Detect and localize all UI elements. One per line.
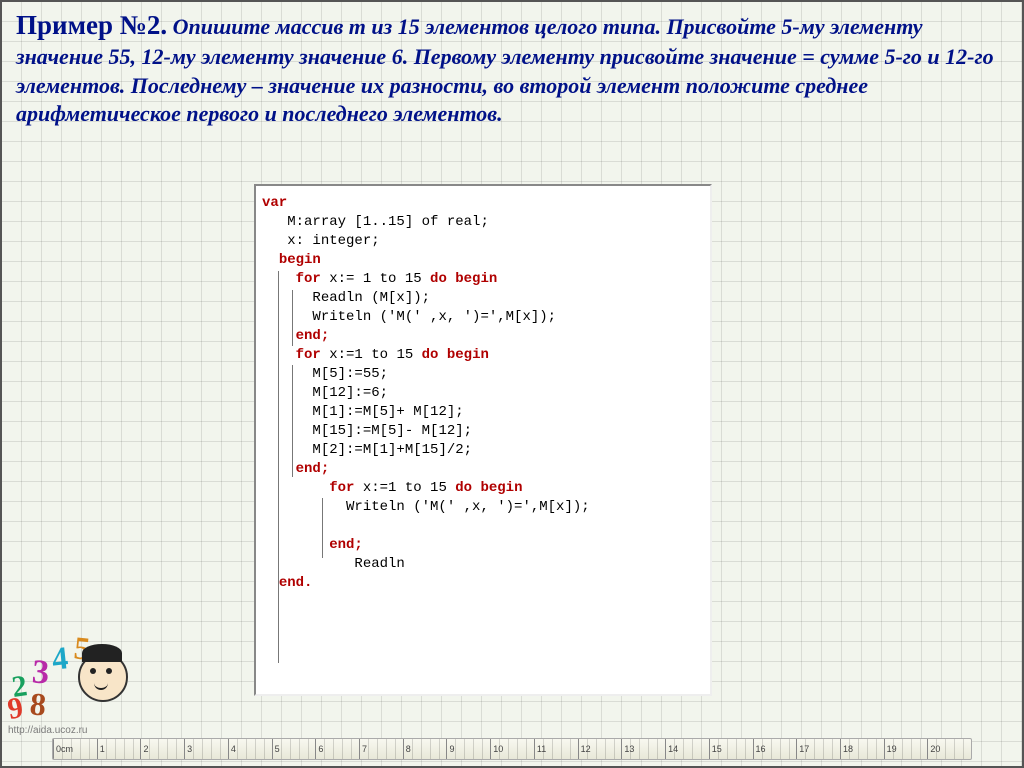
kw-end: end; bbox=[296, 461, 330, 477]
code-listing: var M:array [1..15] of real; x: integer;… bbox=[254, 184, 712, 696]
ruler: 0cm 1 2 3 4 5 6 7 8 9 10 11 12 13 14 15 … bbox=[52, 738, 972, 760]
code-line: M[5]:=55; bbox=[312, 366, 388, 382]
ruler-tick: 6 bbox=[315, 739, 359, 759]
kw-end: end; bbox=[296, 328, 330, 344]
code-line: Writeln ('M(' ,x, ')=',M[x]); bbox=[312, 309, 556, 325]
task-title: Пример №2. bbox=[16, 10, 167, 40]
ruler-tick: 16 bbox=[753, 739, 797, 759]
kw-dobegin: do begin bbox=[430, 271, 497, 287]
kw-for: for bbox=[296, 271, 321, 287]
ruler-tick: 11 bbox=[534, 739, 578, 759]
code-line: Writeln ('M(' ,x, ')=',M[x]); bbox=[346, 499, 590, 515]
code-line: M[12]:=6; bbox=[312, 385, 388, 401]
ruler-tick: 19 bbox=[884, 739, 928, 759]
ruler-tick: 3 bbox=[184, 739, 228, 759]
kw-begin: begin bbox=[279, 252, 321, 268]
code-line: M[1]:=M[5]+ M[12]; bbox=[312, 404, 463, 420]
code-line: Readln bbox=[354, 556, 404, 572]
ruler-tick: 8 bbox=[403, 739, 447, 759]
ruler-tick: 18 bbox=[840, 739, 884, 759]
mascot-illustration: 2 3 4 5 9 8 bbox=[8, 612, 126, 722]
code-line: x:=1 to 15 bbox=[354, 480, 455, 496]
ruler-tick: 5 bbox=[272, 739, 316, 759]
code-line: M:array [1..15] of real; bbox=[287, 214, 489, 230]
ruler-tick: 13 bbox=[621, 739, 665, 759]
ruler-tick: 9 bbox=[446, 739, 490, 759]
ruler-tick: 14 bbox=[665, 739, 709, 759]
code-line: M[2]:=M[1]+M[15]/2; bbox=[312, 442, 472, 458]
code-line: Readln (M[x]); bbox=[312, 290, 430, 306]
task-block: Пример №2. Опишите массив m из 15 элемен… bbox=[2, 2, 1022, 133]
kw-var: var bbox=[262, 195, 287, 211]
ruler-tick: 1 bbox=[97, 739, 141, 759]
code-line: x: integer; bbox=[287, 233, 379, 249]
kw-dobegin: do begin bbox=[422, 347, 489, 363]
kw-for: for bbox=[329, 480, 354, 496]
ruler-tick: 2 bbox=[140, 739, 184, 759]
kw-for: for bbox=[296, 347, 321, 363]
kw-end: end; bbox=[329, 537, 363, 553]
ruler-tick: 4 bbox=[228, 739, 272, 759]
ruler-tick: 7 bbox=[359, 739, 403, 759]
code-line: x:= 1 to 15 bbox=[321, 271, 430, 287]
kw-dobegin: do begin bbox=[455, 480, 522, 496]
kw-enddot: end. bbox=[279, 575, 313, 591]
ruler-tick: 15 bbox=[709, 739, 753, 759]
ruler-tick: 0cm bbox=[53, 739, 97, 759]
ruler-tick: 17 bbox=[796, 739, 840, 759]
watermark-url: http://aida.ucoz.ru bbox=[8, 725, 88, 736]
ruler-tick: 20 bbox=[927, 739, 971, 759]
slide-page: Пример №2. Опишите массив m из 15 элемен… bbox=[0, 0, 1024, 768]
code-line: x:=1 to 15 bbox=[321, 347, 422, 363]
code-line: M[15]:=M[5]- M[12]; bbox=[312, 423, 472, 439]
ruler-tick: 10 bbox=[490, 739, 534, 759]
ruler-tick: 12 bbox=[578, 739, 622, 759]
